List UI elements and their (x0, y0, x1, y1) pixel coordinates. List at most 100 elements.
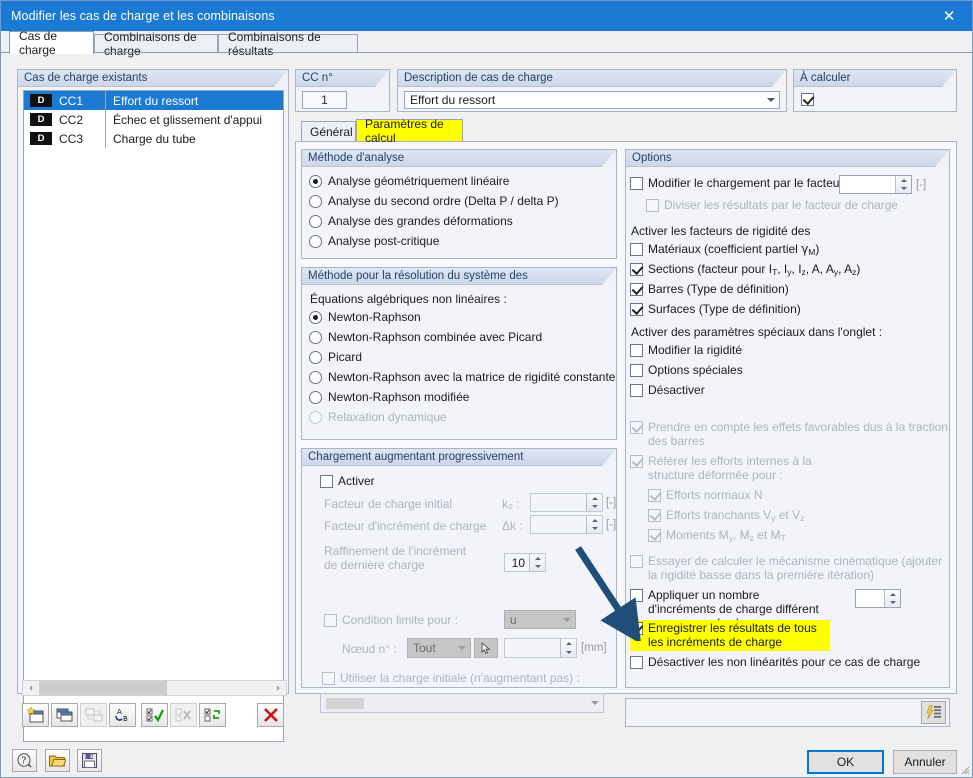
copy-load-case-button[interactable] (51, 703, 78, 727)
refinement-spinner[interactable]: 10 (504, 553, 546, 572)
table-row[interactable]: D CC3 Charge du tube (24, 129, 283, 148)
radio-newton-raphson-picard[interactable]: Newton-Raphson combinée avec Picard (309, 330, 542, 344)
checkbox-materiaux[interactable]: Matériaux (coefficient partiel γM) (630, 242, 819, 259)
combobox-value: Tout (413, 641, 436, 655)
analysis-method-group: Méthode d'analyse Analyse géométriquemen… (301, 149, 617, 259)
node-pick-icon[interactable] (474, 638, 498, 658)
limit-condition-combobox: u (504, 610, 576, 629)
radio-newton-raphson[interactable]: Newton-Raphson (309, 310, 421, 324)
to-calculate-group: À calculer (793, 69, 957, 112)
checkbox-box (322, 672, 335, 685)
description-value: Effort du ressort (410, 93, 496, 107)
incremental-loading-header: Chargement augmentant progressivement (302, 449, 616, 466)
dialog-window: Modifier les cas de charge et les combin… (0, 0, 973, 778)
initial-load-factor-spinner[interactable] (530, 493, 603, 512)
checkbox-sections[interactable]: Sections (facteur pour IT, Iy, Iz, A, Ay… (630, 262, 860, 279)
spinner-buttons[interactable] (884, 590, 900, 607)
svg-text:A: A (117, 708, 122, 716)
comment-bar[interactable] (625, 698, 950, 727)
ok-button-label: OK (836, 755, 855, 769)
radio-analyse-grandes-deformations[interactable]: Analyse des grandes déformations (309, 214, 513, 228)
scroll-right-arrow[interactable]: › (270, 683, 286, 694)
ok-button[interactable]: OK (807, 750, 884, 774)
checkbox-desactiver[interactable]: Désactiver (630, 383, 705, 397)
tab-parametres-de-calcul[interactable]: Paramètres de calcul (356, 117, 463, 145)
description-combobox[interactable]: Effort du ressort (404, 91, 780, 109)
limit-condition-checkbox[interactable]: Condition limite pour : (324, 613, 458, 627)
tab-combinaisons-de-charge[interactable]: Combinaisons de charge (94, 30, 218, 58)
checkbox-label: Désactiver les non linéarités pour ce ca… (648, 655, 921, 669)
spinner-buttons (560, 639, 576, 657)
new-window-icon (26, 707, 43, 723)
load-factor-spinner[interactable] (839, 175, 912, 194)
checkbox-enregistrer-resultats-increments[interactable]: Enregistrer les résultats de tous les in… (630, 620, 830, 651)
checkbox-options-speciales[interactable]: Options spéciales (630, 363, 743, 377)
load-case-number-group: CC n° 1 (295, 69, 390, 112)
radio-analyse-geometriquement-lineaire[interactable]: Analyse géométriquement linéaire (309, 174, 509, 188)
tab-label: Général (310, 124, 353, 139)
spinner-buttons[interactable] (529, 554, 545, 571)
modify-load-factor-checkbox[interactable]: Modifier le chargement par le facteur : (630, 176, 850, 190)
scrollbar-thumb[interactable] (39, 681, 167, 695)
radio-label: Analyse post-critique (328, 234, 440, 248)
radio-dot (309, 330, 322, 344)
sort-alpha-button[interactable]: A B (109, 703, 136, 727)
node-label: Nœud n° : (342, 642, 397, 656)
increment-factor-spinner[interactable] (530, 515, 603, 534)
lightning-list-icon[interactable] (921, 701, 946, 724)
tab-label: Cas de charge (19, 29, 58, 57)
checkbox-label: Modifier le chargement par le facteur : (648, 176, 851, 190)
tab-general[interactable]: Général (301, 121, 356, 141)
load-case-list[interactable]: D CC1 Effort du ressort D CC2 Échec et g… (23, 90, 284, 742)
invert-selection-button[interactable] (199, 703, 226, 727)
initial-load-factor-unit: [-] (606, 497, 617, 509)
delete-load-case-button[interactable] (257, 703, 284, 727)
spinner-up-icon (885, 590, 900, 599)
checkbox-label: Condition limite pour : (342, 613, 459, 627)
to-calculate-checkbox[interactable] (801, 92, 819, 106)
select-all-button[interactable] (141, 703, 168, 727)
close-icon[interactable]: ✕ (926, 1, 972, 31)
cancel-button[interactable]: Annuler (893, 750, 957, 774)
checkbox-referer-efforts-internes: Référer les efforts internes à la struct… (630, 454, 860, 482)
radio-analyse-post-critique[interactable]: Analyse post-critique (309, 234, 439, 248)
tab-combinaisons-de-resultats[interactable]: Combinaisons de résultats (218, 30, 358, 58)
checkbox-surfaces[interactable]: Surfaces (Type de définition) (630, 302, 801, 316)
spinner-buttons[interactable] (895, 176, 911, 193)
checkbox-label: Options spéciales (648, 363, 743, 377)
open-button[interactable] (45, 749, 70, 772)
list-horizontal-scrollbar[interactable]: ‹ › (22, 680, 287, 696)
cc-number-field[interactable]: 1 (302, 91, 347, 109)
sort-ab-icon: A B (114, 708, 128, 723)
scroll-left-arrow[interactable]: ‹ (23, 683, 39, 694)
radio-analyse-second-ordre[interactable]: Analyse du second ordre (Delta P / delta… (309, 194, 559, 208)
save-button[interactable] (77, 749, 102, 772)
help-question-icon: ? (17, 753, 31, 768)
checkbox-desactiver-non-linearites[interactable]: Désactiver les non linéarités pour ce ca… (630, 655, 920, 669)
cancel-button-label: Annuler (904, 755, 946, 769)
new-load-case-button[interactable] (22, 703, 49, 727)
radio-newton-raphson-modifiee[interactable]: Newton-Raphson modifiée (309, 390, 469, 404)
radio-dot (309, 194, 322, 208)
table-row[interactable]: D CC1 Effort du ressort (24, 91, 283, 110)
increment-factor-label: Facteur d'incrément de charge (324, 519, 487, 533)
spinner-buttons[interactable] (586, 516, 602, 533)
increments-count-spinner[interactable] (855, 589, 901, 608)
checkbox-modifier-rigidite[interactable]: Modifier la rigidité (630, 343, 742, 357)
radio-newton-raphson-matrice-constante[interactable]: Newton-Raphson avec la matrice de rigidi… (309, 370, 615, 384)
tab-cas-de-charge[interactable]: Cas de charge (9, 29, 94, 57)
spinner-down-icon (587, 525, 602, 534)
spinner-buttons[interactable] (586, 494, 602, 511)
radio-label: Newton-Raphson avec la matrice de rigidi… (328, 370, 616, 384)
load-case-number: CC2 (59, 112, 84, 127)
help-button[interactable]: ? (12, 749, 37, 772)
checkbox-label: Matériaux (coefficient partiel γM) (648, 242, 820, 257)
radio-picard[interactable]: Picard (309, 350, 362, 364)
checkbox-label: Efforts tranchants Vy et Vz (666, 508, 805, 523)
checkbox-barres[interactable]: Barres (Type de définition) (630, 282, 789, 296)
resize-grip[interactable] (958, 763, 970, 775)
activate-incremental-checkbox[interactable]: Activer (320, 474, 375, 488)
table-row[interactable]: D CC2 Échec et glissement d'appui (24, 110, 283, 129)
title-bar: Modifier les cas de charge et les combin… (1, 1, 972, 31)
load-case-number: CC1 (59, 93, 84, 108)
